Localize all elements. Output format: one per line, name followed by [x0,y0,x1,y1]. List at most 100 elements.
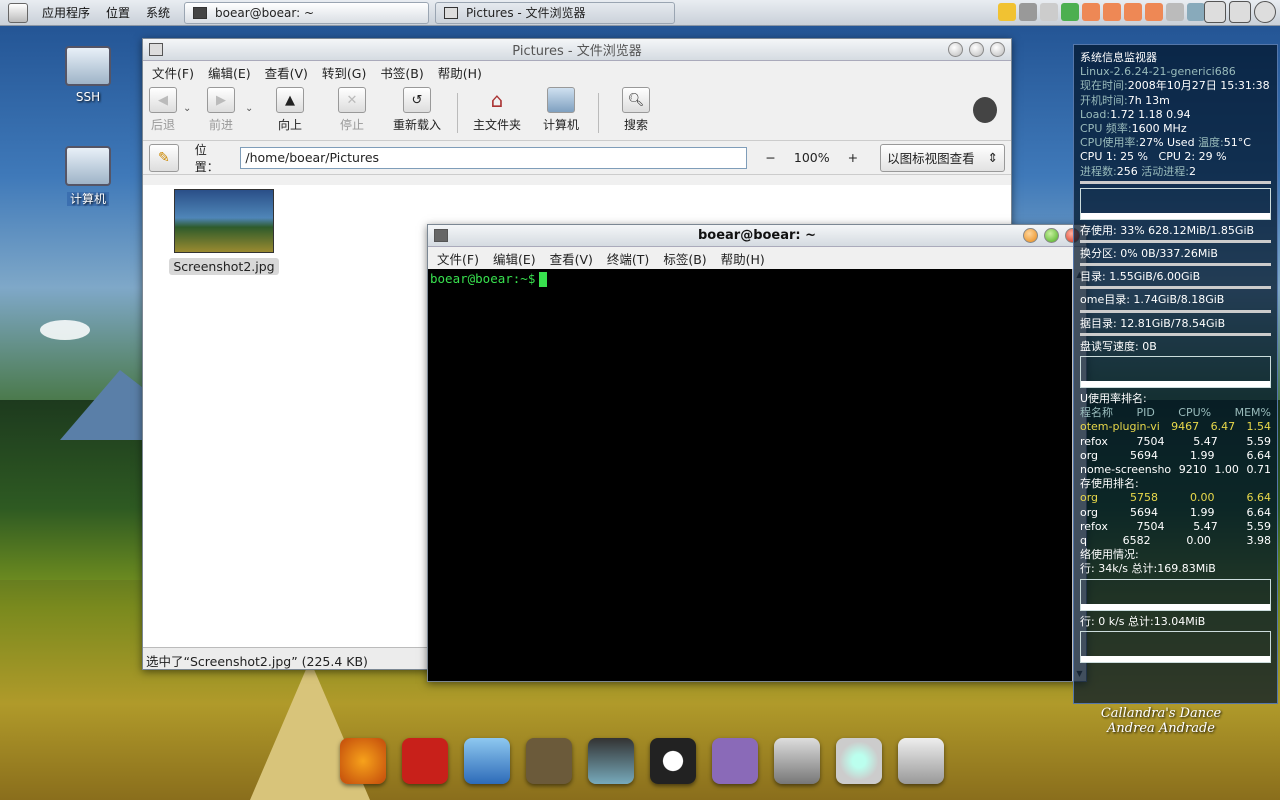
terminal-icon[interactable] [774,738,820,784]
cpu-bar [1080,180,1271,184]
disk-graph [1080,356,1271,389]
procs-value: 256 [1116,164,1138,178]
hard-drive-icon[interactable] [898,738,944,784]
net-up: 行: 0 k/s 总计:13.04MiB [1080,614,1206,628]
menubar: 文件(F) 编辑(E) 查看(V) 终端(T) 标签(B) 帮助(H) [428,247,1086,269]
menu-view[interactable]: 查看(V) [543,249,600,268]
display-icon[interactable] [1187,3,1205,21]
forward-button[interactable]: ▶ 前进 [197,87,245,133]
toolbar: ◀ 后退 ⌄ ▶ 前进 ⌄ ▲ 向上 ✕ 停止 ↺ 重新载入 ⌂ 主文件夹 计算… [143,83,1011,141]
menu-go[interactable]: 转到(G) [315,63,373,82]
dock [340,738,944,784]
qq-penguin-icon[interactable] [1124,3,1142,21]
search-button[interactable]: 🔍︎ 搜索 [605,87,667,133]
search-icon: 🔍︎ [622,87,650,113]
menu-edit[interactable]: 编辑(E) [201,63,258,82]
panel-menu-applications[interactable]: 应用程序 [34,4,98,21]
minimize-button[interactable] [948,42,963,57]
menu-terminal[interactable]: 终端(T) [600,249,656,268]
desktop-icon-label: SSH [75,90,101,104]
network-icon[interactable] [464,738,510,784]
table-row: otem-plugin-vi 9467 6.47 1.54 [1080,420,1271,434]
maximize-button[interactable] [969,42,984,57]
stop-icon: ✕ [338,87,366,113]
kernel-version: Linux-2.6.24-21-generici686 [1080,65,1236,79]
close-button[interactable] [990,42,1005,57]
gimp-icon[interactable] [526,738,572,784]
cpu2-usage: CPU 2: 29 % [1158,150,1227,164]
panel-menu-places[interactable]: 位置 [98,4,138,21]
zoom-out-button[interactable]: − [765,150,775,165]
chevron-down-icon[interactable]: ⌄ [183,87,197,114]
edit-location-button[interactable]: ✎ [149,143,179,172]
qq-penguin-icon[interactable] [1103,3,1121,21]
zoom-in-button[interactable]: + [848,150,858,165]
desktop-icon-ssh[interactable]: SSH [58,46,118,104]
taskbar-item-file-browser[interactable]: Pictures - 文件浏览器 [435,1,676,24]
window-title: Pictures - 文件浏览器 [512,44,642,59]
menu-help[interactable]: 帮助(H) [714,249,772,268]
arrow-up-icon: ▲ [276,87,304,113]
trash-icon[interactable] [1229,1,1251,23]
titlebar[interactable]: boear@boear: ~ [428,225,1086,247]
status-icon[interactable] [1061,3,1079,21]
cpu1-usage: CPU 1: 25 % [1080,150,1149,164]
menu-file[interactable]: 文件(F) [430,249,486,268]
main-menu-icon[interactable] [8,2,28,23]
file-name: Screenshot2.jpg [169,258,279,275]
temp-value: 51°C [1223,136,1251,150]
wallpaper-credit: Callandra's Dance Andrea Andrade [1076,706,1246,736]
minimize-button[interactable] [1023,228,1038,243]
disk-io: 盘读写速度: 0B [1080,339,1157,353]
view-mode-select[interactable]: 以图标视图查看 ⇕ [880,143,1005,172]
image-thumbnail [174,189,274,253]
reload-button[interactable]: ↺ 重新载入 [383,87,451,133]
panel-menu-system[interactable]: 系统 [138,4,178,21]
pidgin-icon[interactable] [712,738,758,784]
video-editor-icon[interactable] [588,738,634,784]
cpu-freq-value: 1600 MHz [1131,122,1187,136]
location-input[interactable]: /home/boear/Pictures [240,146,748,169]
cpu-rank-title: U使用率排名: [1080,392,1147,406]
menu-file[interactable]: 文件(F) [145,63,201,82]
location-label: 位置： [194,142,219,174]
menu-bookmarks[interactable]: 书签(B) [373,63,430,82]
chevron-down-icon[interactable]: ⌄ [245,87,259,114]
home-button[interactable]: ⌂ 主文件夹 [464,87,530,133]
menu-help[interactable]: 帮助(H) [431,63,489,82]
menu-edit[interactable]: 编辑(E) [486,249,543,268]
qq-penguin-icon[interactable] [1145,3,1163,21]
firefox-icon[interactable] [340,738,386,784]
terminal-cursor [539,272,548,287]
qq-penguin-icon[interactable] [1082,3,1100,21]
up-button[interactable]: ▲ 向上 [259,87,321,133]
terminal-output[interactable]: boear@boear:~$ [428,269,1072,681]
file-item[interactable]: Screenshot2.jpg [169,189,279,275]
table-row: nome-screensho 9210 1.00 0.71 [1080,463,1271,477]
panel-right-buttons [1204,1,1276,23]
terminal-window: boear@boear: ~ 文件(F) 编辑(E) 查看(V) 终端(T) 标… [427,224,1087,682]
qq-penguin-icon[interactable] [650,738,696,784]
net-up-graph [1080,630,1271,663]
folder-icon [149,43,163,56]
computer-button[interactable]: 计算机 [530,87,592,133]
device-icon[interactable] [1040,3,1058,21]
filezilla-icon[interactable] [402,738,448,784]
back-button[interactable]: ◀ 后退 [143,87,183,133]
desktop-icon-computer[interactable]: 计算机 [58,146,118,207]
taskbar-item-terminal[interactable]: boear@boear: ~ [184,1,430,24]
keyboard-icon[interactable] [1166,3,1184,21]
workspace-switcher-icon[interactable] [1204,1,1226,23]
music-player-icon[interactable] [836,738,882,784]
titlebar[interactable]: Pictures - 文件浏览器 [143,39,1011,61]
window-title: boear@boear: ~ [697,228,817,243]
cpu-usage-value: 27% Used [1139,136,1195,150]
menu-tabs[interactable]: 标签(B) [656,249,713,268]
maximize-button[interactable] [1044,228,1059,243]
power-icon[interactable] [1254,1,1276,23]
zoom-level[interactable]: 100% [794,150,830,165]
lock-icon[interactable] [998,3,1016,21]
network-icon[interactable] [1019,3,1037,21]
stop-button[interactable]: ✕ 停止 [321,87,383,133]
menu-view[interactable]: 查看(V) [258,63,315,82]
